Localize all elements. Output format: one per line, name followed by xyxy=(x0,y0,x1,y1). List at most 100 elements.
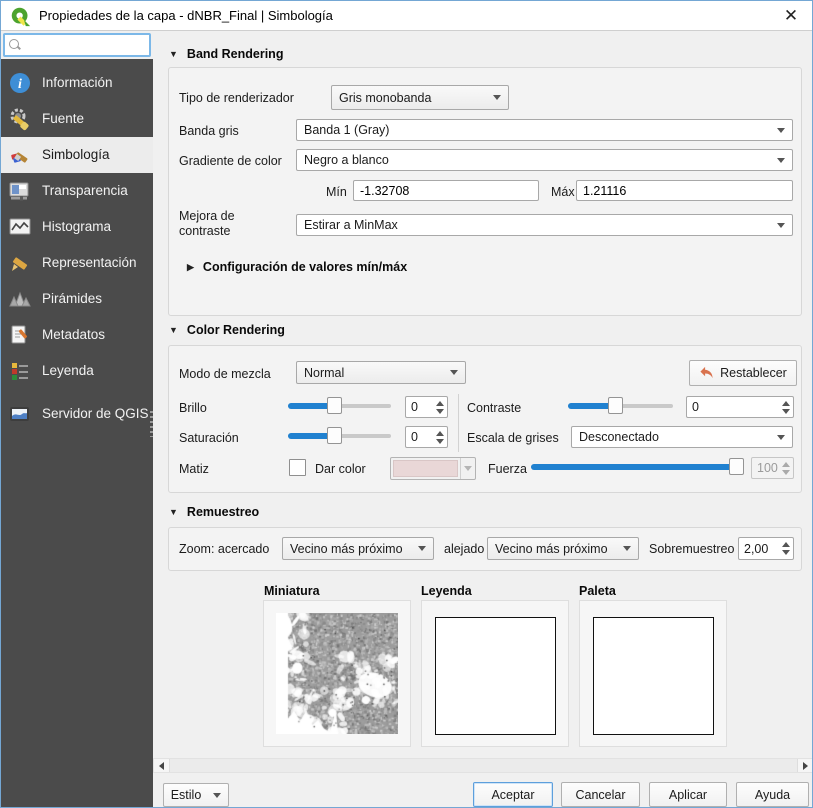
zoom-in-select[interactable]: Vecino más próximo xyxy=(282,537,434,560)
scrollbar-thumb[interactable] xyxy=(169,759,798,772)
colorize-color-button[interactable] xyxy=(390,457,476,480)
apply-button[interactable]: Aplicar xyxy=(649,782,727,807)
oversampling-spinbox[interactable]: 2,00 xyxy=(738,537,794,560)
color-gradient-label: Gradiente de color xyxy=(179,154,282,168)
chevron-down-icon xyxy=(777,223,785,228)
sidebar: i Información Fuente Simbología Transpar… xyxy=(1,59,153,808)
hue-label: Matiz xyxy=(179,462,209,476)
strength-spinbox: 100% xyxy=(751,457,794,479)
sidebar-item-leyenda[interactable]: Leyenda xyxy=(1,353,153,389)
chevron-down-icon xyxy=(213,793,221,798)
metadata-icon xyxy=(7,322,33,348)
grayscale-select[interactable]: Desconectado xyxy=(571,426,793,448)
section-color-rendering[interactable]: ▼ Color Rendering xyxy=(169,323,285,337)
legend-icon xyxy=(7,358,33,384)
svg-text:i: i xyxy=(18,77,22,92)
renderer-type-select[interactable]: Gris monobanda xyxy=(331,85,509,110)
brightness-spinbox[interactable]: 0 xyxy=(405,396,448,418)
wrench-gear-icon xyxy=(7,106,33,132)
collapse-arrow-icon: ▼ xyxy=(169,325,178,335)
sidebar-item-informacion[interactable]: i Información xyxy=(1,65,153,101)
min-input[interactable] xyxy=(353,180,539,201)
chevron-down-icon xyxy=(418,546,426,551)
zoom-out-label: alejado xyxy=(444,542,484,556)
paintbrush-icon xyxy=(7,142,33,168)
saturation-slider[interactable] xyxy=(288,427,391,445)
saturation-spinbox[interactable]: 0 xyxy=(405,426,448,448)
brush-icon xyxy=(7,250,33,276)
sidebar-item-servidor-qgis[interactable]: Servidor de QGIS xyxy=(1,389,153,439)
section-resampling[interactable]: ▼ Remuestreo xyxy=(169,505,259,519)
spin-arrows-icon[interactable] xyxy=(432,427,447,447)
sidebar-item-histograma[interactable]: Histograma xyxy=(1,209,153,245)
sidebar-item-piramides[interactable]: Pirámides xyxy=(1,281,153,317)
column-divider xyxy=(458,394,459,452)
search-icon xyxy=(9,39,21,51)
chevron-down-icon xyxy=(777,128,785,133)
minmax-settings-toggle[interactable]: ▶ Configuración de valores mín/máx xyxy=(187,260,407,274)
splitter-handle[interactable] xyxy=(150,411,153,437)
gray-band-select[interactable]: Banda 1 (Gray) xyxy=(296,119,793,141)
sidebar-item-fuente[interactable]: Fuente xyxy=(1,101,153,137)
blending-mode-select[interactable]: Normal xyxy=(296,361,466,384)
zoom-out-select[interactable]: Vecino más próximo xyxy=(487,537,639,560)
grayscale-label: Escala de grises xyxy=(467,431,559,445)
slider-handle[interactable] xyxy=(327,427,342,444)
collapsed-arrow-icon: ▶ xyxy=(187,262,194,273)
title-bar: Propiedades de la capa - dNBR_Final | Si… xyxy=(1,1,812,31)
zoom-in-label: Zoom: acercado xyxy=(179,542,269,556)
spin-arrows-icon xyxy=(778,458,793,478)
brightness-label: Brillo xyxy=(179,401,207,415)
style-button[interactable]: Estilo xyxy=(163,783,229,807)
collapse-arrow-icon: ▼ xyxy=(169,507,178,517)
contrast-label: Contraste xyxy=(467,401,521,415)
thumbnail-image xyxy=(276,613,398,734)
max-input[interactable] xyxy=(576,180,793,201)
section-band-rendering[interactable]: ▼ Band Rendering xyxy=(169,47,283,61)
color-swatch xyxy=(393,460,458,477)
pyramids-icon xyxy=(7,286,33,312)
spin-arrows-icon[interactable] xyxy=(432,397,447,417)
spin-arrows-icon[interactable] xyxy=(778,538,793,559)
cancel-button[interactable]: Cancelar xyxy=(561,782,640,807)
search-input[interactable] xyxy=(21,37,149,53)
legend-label: Leyenda xyxy=(421,584,472,598)
scroll-left-icon[interactable] xyxy=(154,759,169,772)
undo-icon xyxy=(699,366,714,380)
chevron-down-icon xyxy=(777,158,785,163)
color-gradient-select[interactable]: Negro a blanco xyxy=(296,149,793,171)
chevron-down-icon xyxy=(493,95,501,100)
sidebar-item-simbologia[interactable]: Simbología xyxy=(1,137,153,173)
help-button[interactable]: Ayuda xyxy=(736,782,809,807)
palette-preview xyxy=(593,617,714,735)
slider-handle[interactable] xyxy=(608,397,623,414)
contrast-spinbox[interactable]: 0 xyxy=(686,396,794,418)
colorize-checkbox[interactable] xyxy=(289,459,306,476)
sidebar-item-representacion[interactable]: Representación xyxy=(1,245,153,281)
gray-band-label: Banda gris xyxy=(179,124,239,138)
chevron-down-icon xyxy=(450,370,458,375)
oversampling-label: Sobremuestreo xyxy=(649,542,734,556)
qgis-logo-icon xyxy=(10,6,31,27)
server-icon xyxy=(7,401,33,427)
contrast-slider[interactable] xyxy=(568,397,673,415)
strength-slider[interactable] xyxy=(531,458,743,476)
slider-handle[interactable] xyxy=(729,458,744,475)
spin-arrows-icon[interactable] xyxy=(778,397,793,417)
info-icon: i xyxy=(7,70,33,96)
sidebar-item-transparencia[interactable]: Transparencia xyxy=(1,173,153,209)
strength-label: Fuerza xyxy=(488,462,527,476)
contrast-enhancement-select[interactable]: Estirar a MinMax xyxy=(296,214,793,236)
slider-handle[interactable] xyxy=(327,397,342,414)
reset-button[interactable]: Restablecer xyxy=(689,360,797,386)
chevron-down-icon xyxy=(623,546,631,551)
ok-button[interactable]: Aceptar xyxy=(473,782,553,807)
scroll-right-icon[interactable] xyxy=(798,759,813,772)
transparency-icon xyxy=(7,178,33,204)
close-icon[interactable]: ✕ xyxy=(778,3,804,29)
sidebar-item-metadatos[interactable]: Metadatos xyxy=(1,317,153,353)
thumbnail-label: Miniatura xyxy=(264,584,320,598)
brightness-slider[interactable] xyxy=(288,397,391,415)
colorize-label: Dar color xyxy=(315,462,366,476)
horizontal-scrollbar[interactable] xyxy=(153,758,813,773)
